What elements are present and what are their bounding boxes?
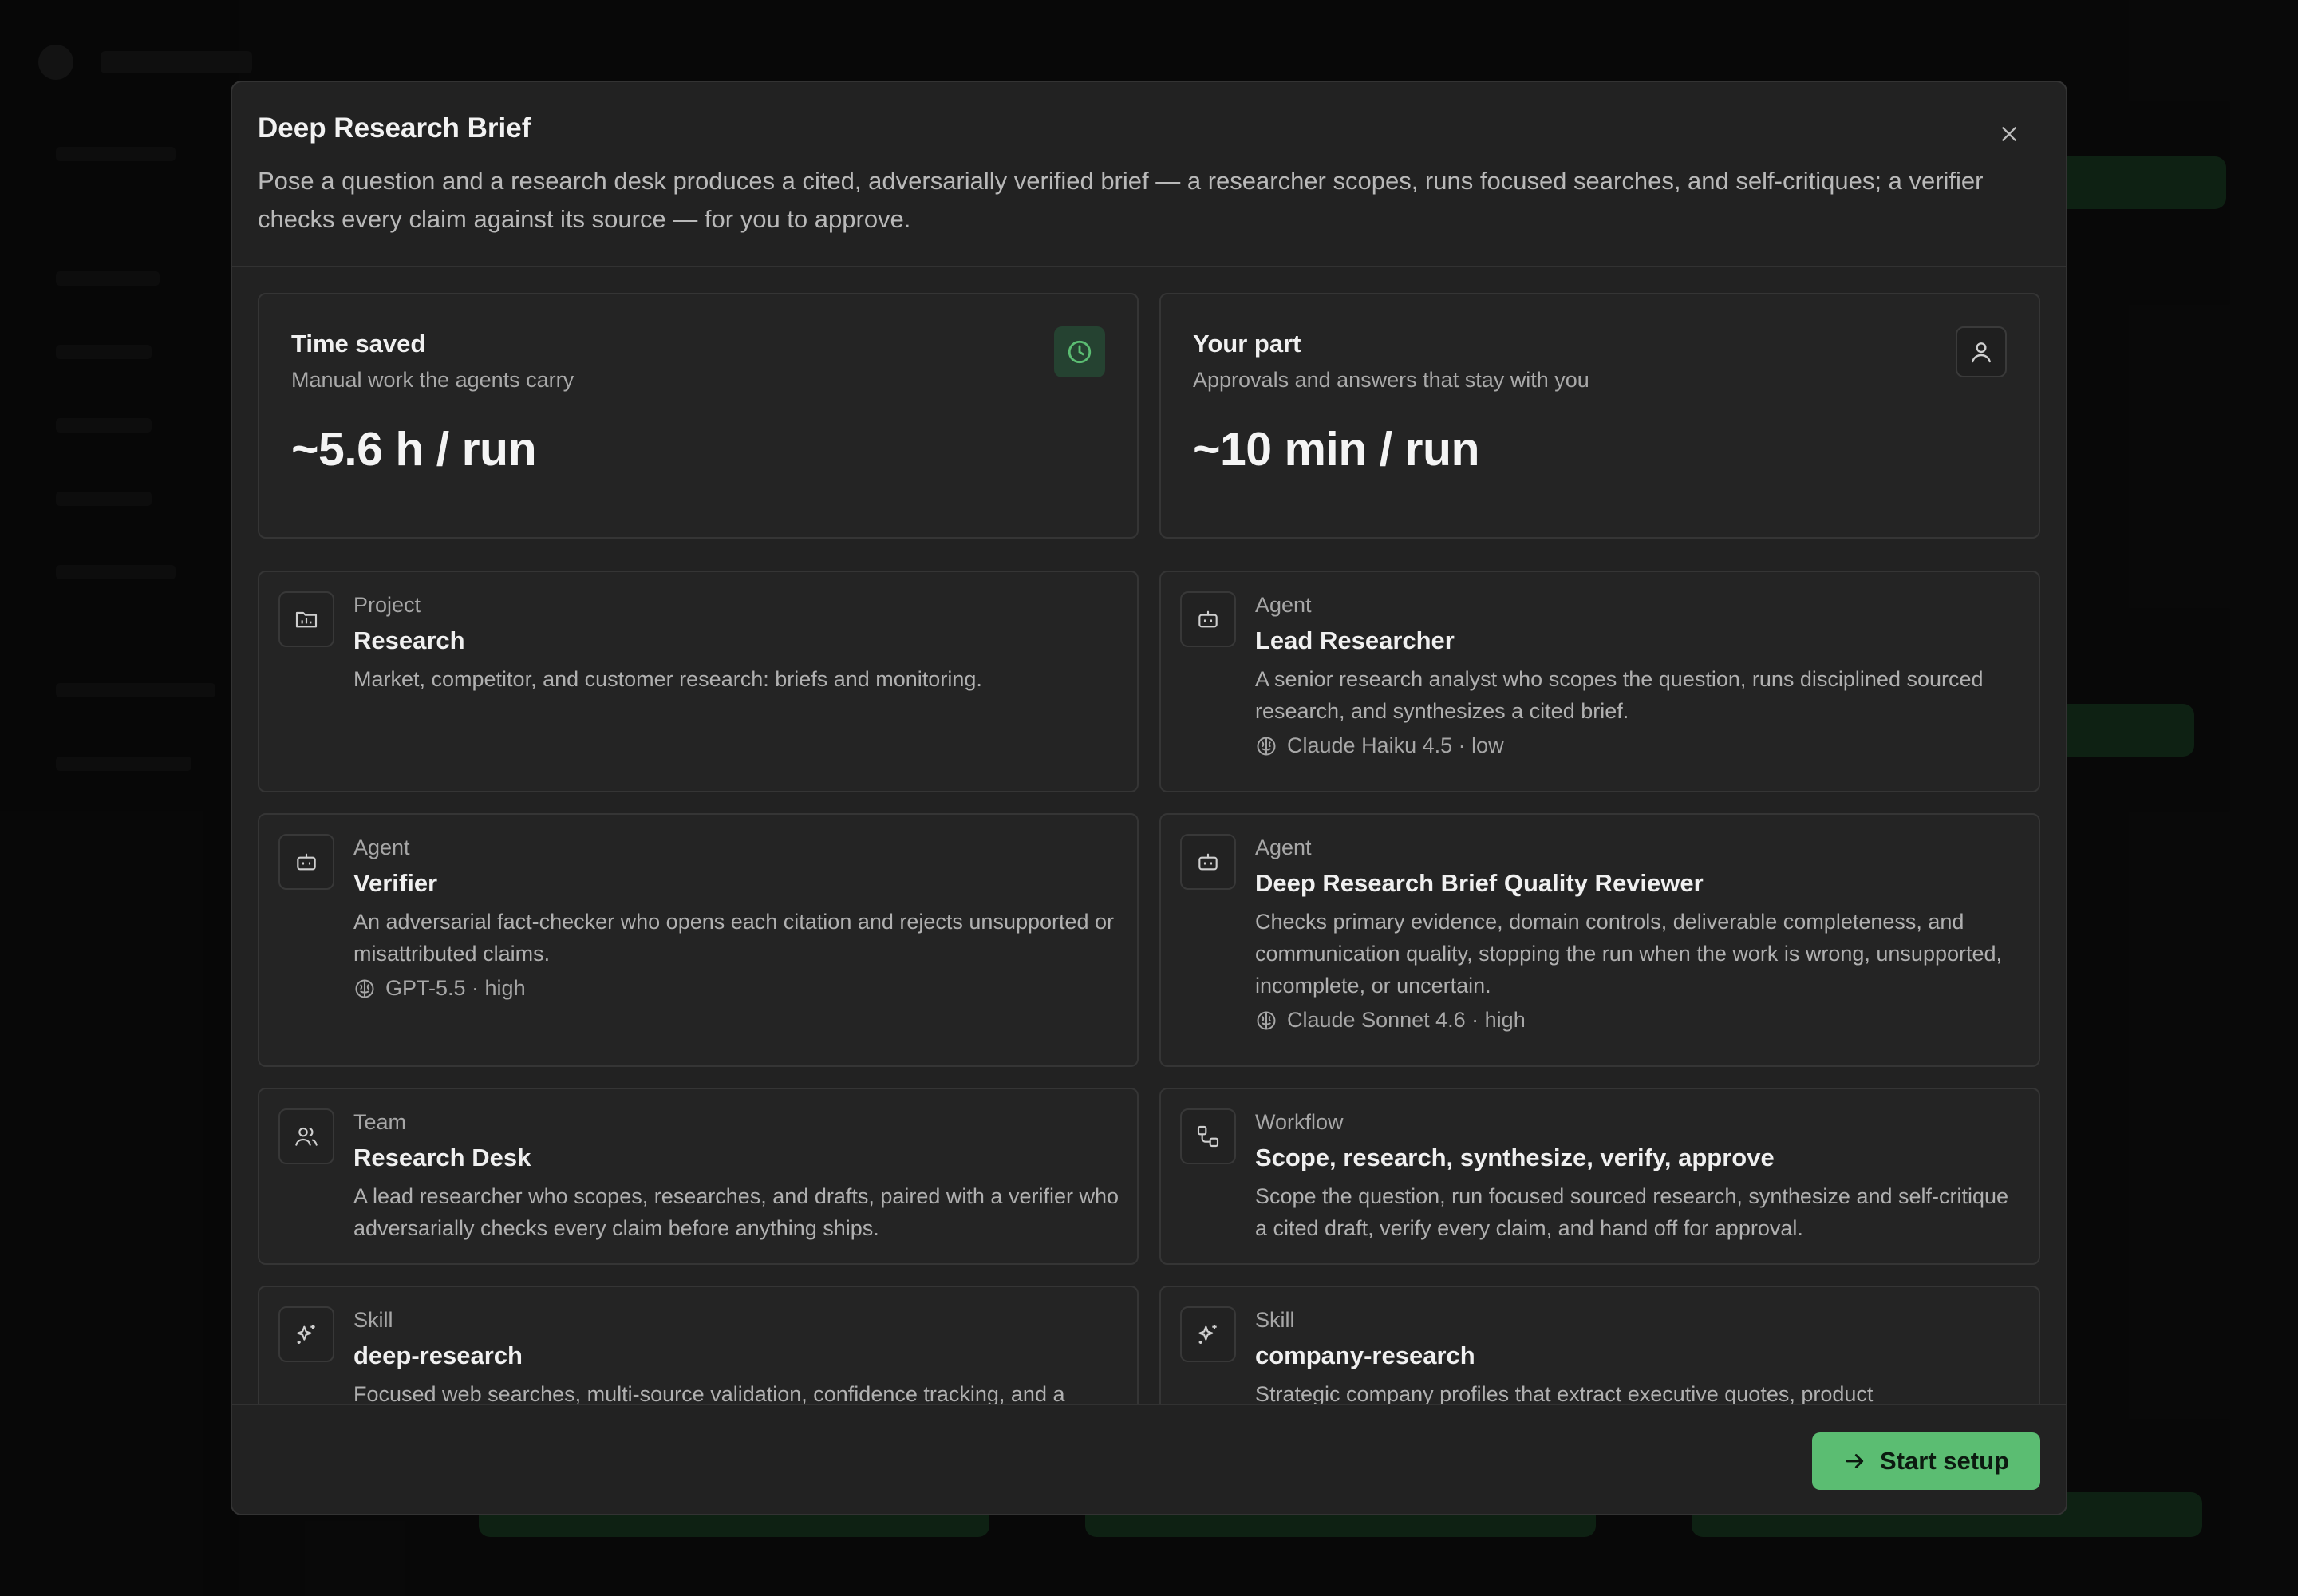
item-model: Claude Sonnet 4.6 · high <box>1255 1008 1526 1033</box>
close-button[interactable] <box>1992 117 2026 151</box>
start-setup-button[interactable]: Start setup <box>1812 1432 2040 1490</box>
item-name: Research <box>353 626 465 654</box>
start-setup-label: Start setup <box>1880 1447 2009 1475</box>
item-card-verifier[interactable]: Agent Verifier An adversarial fact-check… <box>258 813 1139 1067</box>
stat-value: ~5.6 h / run <box>291 423 537 476</box>
item-icon-badge <box>1180 1108 1236 1164</box>
item-icon-badge <box>1180 834 1236 890</box>
sparkle-icon <box>297 1325 315 1344</box>
stat-value: ~10 min / run <box>1193 423 1480 476</box>
item-description: Checks primary evidence, domain controls… <box>1255 910 2003 998</box>
item-card-workflow[interactable]: Workflow Scope, research, synthesize, ve… <box>1159 1088 2040 1265</box>
item-model-label: Claude Haiku 4.5 · low <box>1287 733 1504 757</box>
stat-icon-badge <box>1956 326 2007 377</box>
modal-header: Deep Research Brief Pose a question and … <box>232 82 2066 267</box>
item-name: deep-research <box>353 1341 523 1369</box>
users-icon <box>295 1127 318 1146</box>
item-icon-badge <box>1180 591 1236 647</box>
bot-icon <box>1198 610 1218 628</box>
item-description: A senior research analyst who scopes the… <box>1255 667 1984 723</box>
clock-icon <box>1068 340 1092 364</box>
item-kind: Agent <box>1255 836 1312 859</box>
workflow-icon <box>1197 1125 1219 1148</box>
brain-icon <box>355 979 374 998</box>
item-model: Claude Haiku 4.5 · low <box>1255 733 1504 758</box>
item-card-project-research[interactable]: Project Research Market, competitor, and… <box>258 571 1139 792</box>
sparkle-icon <box>1198 1325 1217 1344</box>
stat-title: Time saved <box>291 330 426 358</box>
user-icon <box>1972 342 1991 363</box>
item-description: A lead researcher who scopes, researches… <box>353 1184 1119 1240</box>
stat-subtitle: Approvals and answers that stay with you <box>1193 368 1589 392</box>
modal-footer: Start setup <box>232 1404 2066 1514</box>
item-description: An adversarial fact-checker who opens ea… <box>353 910 1115 966</box>
item-icon-badge <box>1180 1306 1236 1362</box>
brain-icon <box>1257 1011 1276 1029</box>
bot-icon <box>1198 853 1218 871</box>
stat-subtitle: Manual work the agents carry <box>291 368 574 392</box>
item-name: Deep Research Brief Quality Reviewer <box>1255 869 1704 897</box>
modal-title: Deep Research Brief <box>258 113 531 144</box>
item-name: Verifier <box>353 869 438 897</box>
your-part-card: Your part Approvals and answers that sta… <box>1159 293 2040 539</box>
item-card-research-desk[interactable]: Team Research Desk A lead researcher who… <box>258 1088 1139 1265</box>
item-kind: Project <box>353 593 421 617</box>
item-icon-badge <box>278 591 334 647</box>
item-card-quality-reviewer[interactable]: Agent Deep Research Brief Quality Review… <box>1159 813 2040 1067</box>
close-icon <box>2002 127 2016 141</box>
item-name: company-research <box>1255 1341 1475 1369</box>
item-icon-badge <box>278 1108 334 1164</box>
folder-icon <box>295 611 318 628</box>
modal-body[interactable]: Time saved Manual work the agents carry … <box>232 267 2066 1487</box>
brain-icon <box>1257 737 1276 755</box>
item-model: GPT-5.5 · high <box>353 976 526 1001</box>
item-kind: Skill <box>1255 1308 1295 1332</box>
item-model-label: GPT-5.5 · high <box>385 976 526 1000</box>
item-icon-badge <box>278 834 334 890</box>
item-kind: Agent <box>1255 593 1312 617</box>
item-kind: Agent <box>353 836 410 859</box>
item-description: Scope the question, run focused sourced … <box>1255 1184 2009 1240</box>
item-kind: Skill <box>353 1308 393 1332</box>
stat-title: Your part <box>1193 330 1301 358</box>
item-name: Lead Researcher <box>1255 626 1455 654</box>
stat-icon-badge <box>1054 326 1105 377</box>
item-kind: Workflow <box>1255 1110 1344 1134</box>
item-name: Scope, research, synthesize, verify, app… <box>1255 1144 1775 1171</box>
item-icon-badge <box>278 1306 334 1362</box>
item-description: Market, competitor, and customer researc… <box>353 667 982 691</box>
time-saved-card: Time saved Manual work the agents carry … <box>258 293 1139 539</box>
modal-description: Pose a question and a research desk prod… <box>258 167 1984 233</box>
item-name: Research Desk <box>353 1144 531 1171</box>
item-model-label: Claude Sonnet 4.6 · high <box>1287 1008 1526 1032</box>
item-kind: Team <box>353 1110 407 1134</box>
item-card-lead-researcher[interactable]: Agent Lead Researcher A senior research … <box>1159 571 2040 792</box>
arrow-right-icon <box>1846 1454 1864 1468</box>
bot-icon <box>297 853 316 871</box>
deep-research-brief-modal: Deep Research Brief Pose a question and … <box>231 81 2067 1515</box>
